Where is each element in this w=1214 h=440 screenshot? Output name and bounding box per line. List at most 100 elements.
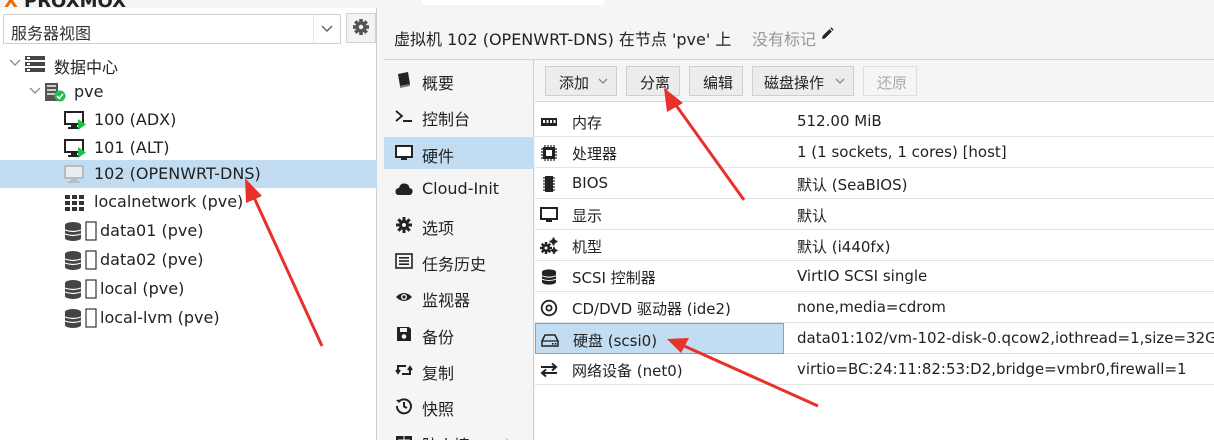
chevron-down-icon[interactable] <box>313 15 339 43</box>
tree-item-storage-local-lvm[interactable]: local-lvm (pve) <box>0 304 377 332</box>
edit-button-label: 编辑 <box>703 74 734 92</box>
tree-item-datacenter[interactable]: 数据中心 <box>0 50 377 78</box>
detach-button[interactable]: 分离 <box>626 66 680 96</box>
nav-label: 快照 <box>422 400 455 419</box>
tree-item-label: 数据中心 <box>54 58 119 77</box>
display-icon <box>540 207 558 222</box>
retweet-icon <box>395 365 413 375</box>
revert-button-label: 还原 <box>877 74 908 92</box>
hardware-row-processor[interactable]: 处理器 1 (1 sockets, 1 cores) [host] <box>535 137 1214 168</box>
nav-label: 防火墙 <box>422 432 470 440</box>
exchange-icon <box>540 362 558 378</box>
nav-label: 任务历史 <box>422 255 487 274</box>
hardware-row-cdrom[interactable]: CD/DVD 驱动器 (ide2) none,media=cdrom <box>535 292 1214 323</box>
tree-item-vm-102[interactable]: 102 (OPENWRT-DNS) <box>0 160 377 188</box>
tree-item-label: 101 (ALT) <box>94 138 170 157</box>
nav-hardware[interactable]: 硬件 <box>384 137 534 169</box>
vm-navigation: 概要 控制台 硬件 Cloud-Init 选项 任务历史 监视器 备份 复制 快… <box>384 60 534 440</box>
hardware-key-cell: 机型 <box>535 230 784 261</box>
tree-item-label: localnetwork (pve) <box>94 192 244 211</box>
hardware-row-memory[interactable]: 内存 512.00 MiB <box>535 106 1214 137</box>
cogs-icon <box>540 237 558 255</box>
nav-label: 概要 <box>422 74 455 93</box>
tree-item-label: 100 (ADX) <box>94 110 177 129</box>
hardware-key-cell: SCSI 控制器 <box>535 261 784 292</box>
page-title: 虚拟机 102 (OPENWRT-DNS) 在节点 'pve' 上 <box>394 30 732 49</box>
hardware-value: none,media=cdrom <box>797 298 946 316</box>
bios-chip-icon <box>543 176 555 192</box>
edit-button[interactable]: 编辑 <box>689 66 743 96</box>
nav-label: 复制 <box>422 364 455 383</box>
cpu-icon <box>541 145 557 161</box>
nav-console[interactable]: 控制台 <box>384 100 534 132</box>
hardware-row-scsi-controller[interactable]: SCSI 控制器 VirtIO SCSI single <box>535 261 1214 292</box>
detach-button-label: 分离 <box>640 74 671 92</box>
hardware-value: 1 (1 sockets, 1 cores) [host] <box>797 143 1007 161</box>
hardware-key-cell: 显示 <box>535 199 784 230</box>
nav-label: 监视器 <box>422 291 471 310</box>
tree-item-storage-data02[interactable]: data02 (pve) <box>0 246 377 274</box>
hardware-key-cell: 网络设备 (net0) <box>535 354 784 385</box>
hardware-key: 处理器 <box>572 145 618 163</box>
hardware-value: 512.00 MiB <box>797 112 882 130</box>
nav-task-history[interactable]: 任务历史 <box>384 245 534 277</box>
vm-running-icon <box>64 139 86 158</box>
tree-item-localnetwork[interactable]: localnetwork (pve) <box>0 188 377 216</box>
view-select[interactable]: 服务器视图 <box>3 14 341 44</box>
hardware-key: 网络设备 (net0) <box>572 362 683 380</box>
hardware-key-cell: 处理器 <box>535 137 784 168</box>
gear-icon <box>353 19 369 35</box>
hardware-key: 机型 <box>572 238 603 256</box>
proxmox-logo: X PROXMOX <box>0 0 180 8</box>
nav-backup[interactable]: 备份 <box>384 318 534 350</box>
hardware-value: virtio=BC:24:11:82:53:D2,bridge=vmbr0,fi… <box>797 360 1187 378</box>
tree-item-vm-100[interactable]: 100 (ADX) <box>0 106 377 134</box>
floppy-icon <box>397 327 411 341</box>
tree-item-label: pve <box>74 82 104 101</box>
nav-snapshots[interactable]: 快照 <box>384 390 534 422</box>
hardware-row-network[interactable]: 网络设备 (net0) virtio=BC:24:11:82:53:D2,bri… <box>535 354 1214 385</box>
hdd-icon <box>541 334 559 347</box>
server-online-icon <box>45 83 66 102</box>
resource-tree-panel: 服务器视图 数据中心 pve 100 (ADX) 101 (ALT) 102 (… <box>0 8 377 440</box>
tree-item-label: local-lvm (pve) <box>100 308 220 327</box>
storage-icon <box>64 221 97 241</box>
cloud-icon <box>395 183 413 195</box>
hardware-row-hard-disk[interactable]: 硬盘 (scsi0) data01:102/vm-102-disk-0.qcow… <box>535 323 1214 354</box>
nav-firewall[interactable]: 防火墙 <box>384 426 534 440</box>
tree-item-node-pve[interactable]: pve <box>0 78 377 106</box>
nav-replication[interactable]: 复制 <box>384 354 534 386</box>
storage-icon <box>64 308 97 328</box>
pencil-icon[interactable] <box>820 27 834 41</box>
nav-cloud-init[interactable]: Cloud-Init <box>384 173 534 205</box>
nav-label: Cloud-Init <box>422 179 500 198</box>
hardware-key: SCSI 控制器 <box>572 269 656 287</box>
expand-chevron-icon[interactable] <box>28 84 42 98</box>
tree-item-label: data02 (pve) <box>100 250 204 269</box>
nav-label: 选项 <box>422 219 455 238</box>
hardware-row-machine[interactable]: 机型 默认 (i440fx) <box>535 230 1214 261</box>
expand-chevron-icon[interactable] <box>8 56 22 70</box>
disk-action-button[interactable]: 磁盘操作 <box>752 66 854 96</box>
hardware-row-display[interactable]: 显示 默认 <box>535 199 1214 230</box>
tree-item-storage-local[interactable]: local (pve) <box>0 275 377 303</box>
vm-running-icon <box>64 111 86 130</box>
hardware-key-cell: BIOS <box>535 168 784 199</box>
tree-item-storage-data01[interactable]: data01 (pve) <box>0 217 377 245</box>
shield-icon <box>396 436 412 440</box>
tree-item-vm-101[interactable]: 101 (ALT) <box>0 134 377 162</box>
nav-summary[interactable]: 概要 <box>384 64 534 96</box>
add-button[interactable]: 添加 <box>545 66 617 96</box>
terminal-icon <box>395 110 412 122</box>
search-box[interactable] <box>422 0 604 5</box>
hardware-key-cell: CD/DVD 驱动器 (ide2) <box>535 292 784 323</box>
hardware-panel: 添加 分离 编辑 磁盘操作 还原 内存 512.00 MiB 处理器 1 (1 … <box>535 60 1214 440</box>
tree-settings-button[interactable] <box>346 13 376 43</box>
nav-label: 硬件 <box>422 147 455 166</box>
hardware-toolbar: 添加 分离 编辑 磁盘操作 还原 <box>535 60 1214 102</box>
nav-monitor[interactable]: 监视器 <box>384 281 534 313</box>
hardware-key-cell: 内存 <box>535 106 784 137</box>
revert-button[interactable]: 还原 <box>863 66 917 96</box>
hardware-row-bios[interactable]: BIOS 默认 (SeaBIOS) <box>535 168 1214 199</box>
nav-options[interactable]: 选项 <box>384 209 534 241</box>
